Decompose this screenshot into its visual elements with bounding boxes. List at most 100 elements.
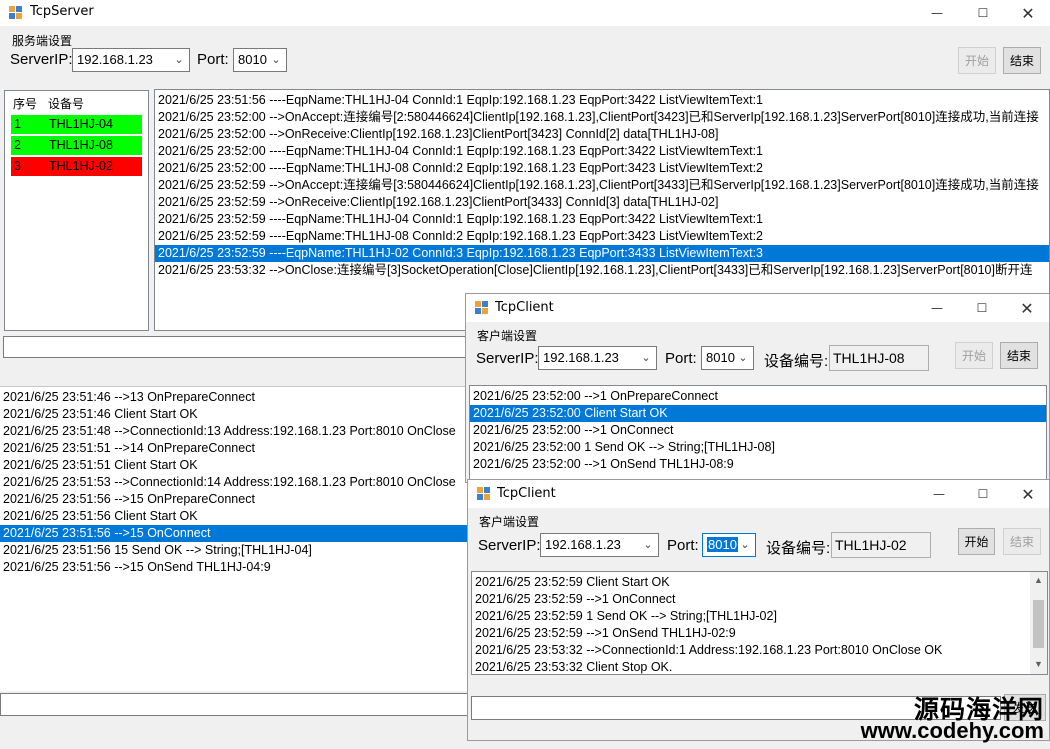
log-line[interactable]: 2021/6/25 23:51:56 ----EqpName:THL1HJ-04…	[155, 92, 1049, 109]
device-number-field: THL1HJ-02	[831, 532, 931, 558]
device-row-index: 1	[14, 117, 21, 131]
log-line[interactable]: 2021/6/25 23:51:56 -->15 OnPrepareConnec…	[0, 491, 470, 508]
log-line[interactable]: 2021/6/25 23:51:56 15 Send OK --> String…	[0, 542, 470, 559]
client-server-ip-combo[interactable]: 192.168.1.23 ⌄	[540, 533, 659, 557]
client-port-combo[interactable]: 8010 ⌄	[702, 533, 756, 557]
device-number-label: 设备编号:	[764, 353, 829, 370]
window-title: TcpClient	[495, 300, 554, 315]
device-number-field: THL1HJ-08	[829, 345, 929, 371]
chevron-down-icon[interactable]: ⌄	[638, 347, 654, 369]
device-row[interactable]: 1 THL1HJ-04	[11, 115, 142, 134]
background-message-input[interactable]	[0, 693, 470, 716]
log-line[interactable]: 2021/6/25 23:51:46 Client Start OK	[0, 406, 470, 423]
app-icon	[477, 487, 491, 501]
chevron-down-icon[interactable]: ⌄	[737, 534, 753, 556]
log-line[interactable]: 2021/6/25 23:52:00 -->1 OnPrepareConnect	[470, 388, 1046, 405]
client-settings-group-label: 客户端设置	[479, 515, 540, 529]
client-1-log-listbox[interactable]: 2021/6/25 23:52:00 -->1 OnPrepareConnect…	[469, 385, 1047, 481]
log-line[interactable]: 2021/6/25 23:52:59 -->OnAccept:连接编号[3:58…	[155, 177, 1049, 194]
chevron-down-icon[interactable]: ⌄	[640, 534, 656, 556]
app-icon	[475, 301, 489, 315]
log-line[interactable]: 2021/6/25 23:51:46 -->13 OnPrepareConnec…	[0, 389, 470, 406]
scroll-thumb[interactable]	[1033, 600, 1044, 648]
log-line[interactable]: 2021/6/25 23:51:56 -->15 OnSend THL1HJ-0…	[0, 559, 470, 576]
log-line[interactable]: 2021/6/25 23:52:59 1 Send OK --> String;…	[472, 608, 1047, 625]
server-start-button[interactable]: 开始	[958, 47, 996, 74]
scroll-up-arrow-icon[interactable]: ▲	[1034, 575, 1043, 585]
maximize-icon[interactable]: ☐	[959, 295, 1005, 321]
log-line[interactable]: 2021/6/25 23:52:00 ----EqpName:THL1HJ-08…	[155, 160, 1049, 177]
close-icon[interactable]: ✕	[1005, 0, 1050, 26]
client-settings-group-label: 客户端设置	[477, 329, 538, 343]
client-port-value: 8010	[706, 350, 735, 365]
log-line[interactable]: 2021/6/25 23:52:59 -->1 OnConnect	[472, 591, 1047, 608]
log-line[interactable]: 2021/6/25 23:52:00 -->OnReceive:ClientIp…	[155, 126, 1049, 143]
minimize-icon[interactable]: —	[916, 481, 962, 507]
device-row-index: 3	[14, 159, 21, 173]
device-listview[interactable]: 序号 设备号 1 THL1HJ-04 2 THL1HJ-08 3 THL1HJ-02	[4, 90, 149, 331]
log-line[interactable]: 2021/6/25 23:51:48 -->ConnectionId:13 Ad…	[0, 423, 470, 440]
app-icon	[9, 6, 23, 20]
minimize-icon[interactable]: —	[914, 0, 960, 26]
tcpserver-titlebar[interactable]: TcpServer — ☐ ✕	[0, 0, 1050, 26]
log-line[interactable]: 2021/6/25 23:52:59 ----EqpName:THL1HJ-02…	[155, 245, 1049, 262]
listview-header-index[interactable]: 序号	[13, 95, 37, 112]
tcpclient-2-titlebar[interactable]: TcpClient — ☐ ✕	[468, 480, 1049, 508]
log-line[interactable]: 2021/6/25 23:52:00 ----EqpName:THL1HJ-04…	[155, 143, 1049, 160]
log-line[interactable]: 2021/6/25 23:52:59 Client Start OK	[472, 574, 1047, 591]
client-start-button[interactable]: 开始	[958, 528, 995, 555]
log-line[interactable]: 2021/6/25 23:52:00 -->1 OnConnect	[470, 422, 1046, 439]
log-line[interactable]: 2021/6/25 23:52:00 1 Send OK --> String;…	[470, 439, 1046, 456]
log-line[interactable]: 2021/6/25 23:52:59 -->OnReceive:ClientIp…	[155, 194, 1049, 211]
client-server-ip-label: ServerIP:	[476, 350, 539, 367]
log-line[interactable]: 2021/6/25 23:53:32 -->ConnectionId:1 Add…	[472, 642, 1047, 659]
device-row-index: 2	[14, 138, 21, 152]
client-server-ip-value: 192.168.1.23	[545, 537, 621, 552]
client-server-ip-label: ServerIP:	[478, 537, 541, 554]
log-line[interactable]: 2021/6/25 23:52:00 -->1 OnSend THL1HJ-08…	[470, 456, 1046, 473]
device-row[interactable]: 3 THL1HJ-02	[11, 157, 142, 176]
log-line[interactable]: 2021/6/25 23:53:32 Client Stop OK.	[472, 659, 1047, 674]
client-start-button[interactable]: 开始	[955, 342, 993, 369]
client-stop-button[interactable]: 结束	[1003, 528, 1041, 555]
client-2-log-listbox[interactable]: 2021/6/25 23:52:59 Client Start OK 2021/6…	[471, 571, 1048, 675]
device-row-name: THL1HJ-04	[49, 117, 113, 131]
log-line[interactable]: 2021/6/25 23:51:51 -->14 OnPrepareConnec…	[0, 440, 470, 457]
log-line[interactable]: 2021/6/25 23:51:56 -->15 OnConnect	[0, 525, 470, 542]
chevron-down-icon[interactable]: ⌄	[171, 49, 187, 71]
log-line[interactable]: 2021/6/25 23:52:00 Client Start OK	[470, 405, 1046, 422]
server-message-input[interactable]	[3, 336, 483, 358]
maximize-icon[interactable]: ☐	[960, 0, 1006, 26]
server-port-combo[interactable]: 8010 ⌄	[233, 48, 287, 72]
client-stop-button[interactable]: 结束	[1000, 342, 1038, 369]
device-row[interactable]: 2 THL1HJ-08	[11, 136, 142, 155]
log-scrollbar[interactable]: ▲ ▼	[1030, 572, 1047, 674]
client-port-combo[interactable]: 8010 ⌄	[701, 346, 754, 370]
listview-header-device[interactable]: 设备号	[48, 95, 84, 112]
log-line[interactable]: 2021/6/25 23:51:51 Client Start OK	[0, 457, 470, 474]
log-line[interactable]: 2021/6/25 23:51:56 Client Start OK	[0, 508, 470, 525]
client-port-label: Port:	[665, 350, 697, 367]
chevron-down-icon[interactable]: ⌄	[268, 49, 284, 71]
log-line[interactable]: 2021/6/25 23:52:59 ----EqpName:THL1HJ-08…	[155, 228, 1049, 245]
close-icon[interactable]: ✕	[1004, 295, 1049, 321]
close-icon[interactable]: ✕	[1005, 481, 1049, 507]
chevron-down-icon[interactable]: ⌄	[735, 347, 751, 369]
log-line[interactable]: 2021/6/25 23:52:59 -->1 OnSend THL1HJ-02…	[472, 625, 1047, 642]
maximize-icon[interactable]: ☐	[960, 481, 1006, 507]
background-client-log-listbox[interactable]: 2021/6/25 23:51:46 -->13 OnPrepareConnec…	[0, 386, 470, 691]
client-server-ip-combo[interactable]: 192.168.1.23 ⌄	[538, 346, 657, 370]
server-stop-button[interactable]: 结束	[1003, 47, 1041, 74]
log-line[interactable]: 2021/6/25 23:52:00 -->OnAccept:连接编号[2:58…	[155, 109, 1049, 126]
client-port-label: Port:	[667, 537, 699, 554]
log-line[interactable]: 2021/6/25 23:51:53 -->ConnectionId:14 Ad…	[0, 474, 470, 491]
log-line[interactable]: 2021/6/25 23:52:59 ----EqpName:THL1HJ-04…	[155, 211, 1049, 228]
tcpclient-1-titlebar[interactable]: TcpClient — ☐ ✕	[466, 294, 1049, 322]
minimize-icon[interactable]: —	[914, 295, 960, 321]
device-row-name: THL1HJ-02	[49, 159, 113, 173]
log-line[interactable]: 2021/6/25 23:53:32 -->OnClose:连接编号[3]Soc…	[155, 262, 1049, 279]
scroll-down-arrow-icon[interactable]: ▼	[1034, 659, 1043, 669]
device-number-label: 设备编号:	[766, 540, 831, 557]
server-ip-combo[interactable]: 192.168.1.23 ⌄	[72, 48, 190, 72]
server-port-label: Port:	[197, 51, 229, 68]
